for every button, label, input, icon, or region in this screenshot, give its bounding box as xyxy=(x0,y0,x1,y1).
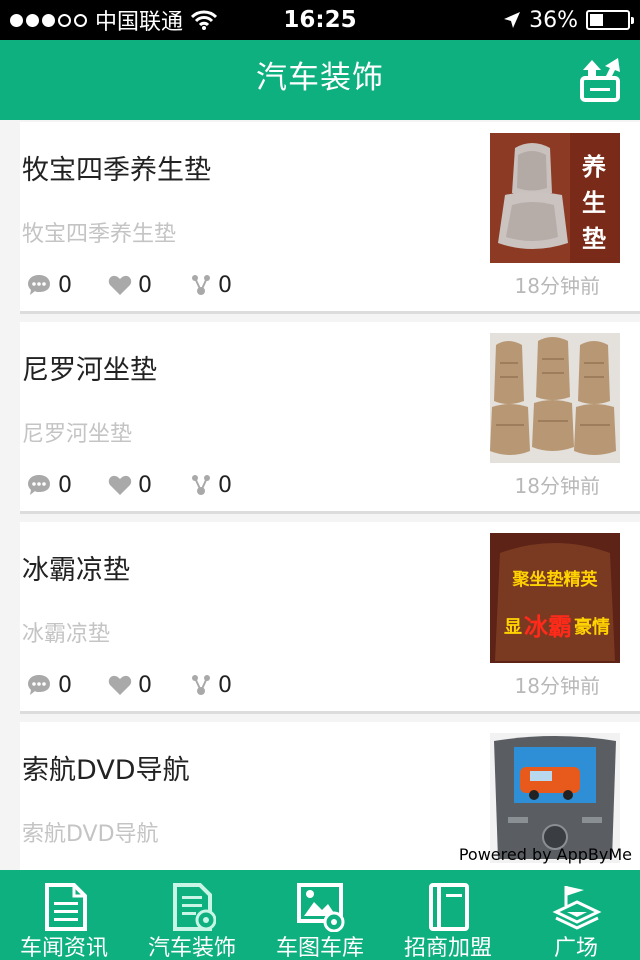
tab-plaza[interactable]: 广场 xyxy=(512,870,640,960)
item-title: 冰霸凉垫 xyxy=(22,555,130,586)
thumb-char-3: 垫 xyxy=(582,225,606,253)
battery-icon xyxy=(586,10,634,30)
promo-line-1: 聚坐垫精英 xyxy=(512,569,599,590)
comment-count: 0 xyxy=(58,272,72,298)
dvd-navigation-image xyxy=(490,733,620,863)
comment-stat[interactable]: 0 xyxy=(26,473,82,498)
item-subtitle: 尼罗河坐垫 xyxy=(22,422,133,447)
list-item[interactable]: 尼罗河坐垫 尼罗河坐垫 0 0 0 18分钟前 xyxy=(20,322,640,514)
comment-count: 0 xyxy=(58,472,72,498)
tab-label: 广场 xyxy=(553,936,598,960)
share-small-icon xyxy=(192,275,210,295)
item-thumbnail[interactable]: 聚坐垫精英 显 冰霸 豪情 xyxy=(490,533,620,663)
comment-stat[interactable]: 0 xyxy=(26,673,82,698)
gallery-icon xyxy=(297,883,345,932)
item-time: 18分钟前 xyxy=(514,674,600,698)
cooling-pad-promo-image: 聚坐垫精英 显 冰霸 豪情 xyxy=(490,533,620,663)
item-subtitle: 索航DVD导航 xyxy=(22,822,159,847)
article-list[interactable]: 牧宝四季养生垫 牧宝四季养生垫 0 0 0 养 生 垫 18分钟前 尼罗河坐垫 … xyxy=(0,120,640,870)
powered-by-label: Powered by AppByMe xyxy=(458,845,632,864)
tab-decoration[interactable]: 汽车装饰 xyxy=(128,870,256,960)
like-stat[interactable]: 0 xyxy=(108,673,164,698)
seat-cushion-image: 养 生 垫 xyxy=(490,133,620,263)
share-stat[interactable]: 0 xyxy=(190,273,246,298)
tab-label: 车图车库 xyxy=(275,936,364,960)
item-thumbnail[interactable] xyxy=(490,733,620,863)
promo-char: 显 xyxy=(504,617,522,638)
like-count: 0 xyxy=(138,672,152,698)
news-icon xyxy=(45,883,87,931)
heart-icon xyxy=(108,475,132,495)
tab-label: 汽车装饰 xyxy=(147,936,236,960)
book-icon xyxy=(429,883,469,931)
tab-news[interactable]: 车闻资讯 xyxy=(0,870,128,960)
page-title: 汽车装饰 xyxy=(256,60,384,96)
item-subtitle: 牧宝四季养生垫 xyxy=(22,222,177,247)
item-time: 18分钟前 xyxy=(514,474,600,498)
tab-label: 招商加盟 xyxy=(403,936,492,960)
plaza-icon xyxy=(552,886,602,930)
heart-icon xyxy=(108,675,132,695)
heart-icon xyxy=(108,275,132,295)
like-stat[interactable]: 0 xyxy=(108,273,164,298)
promo-line-2: 豪情 xyxy=(574,616,610,638)
like-count: 0 xyxy=(138,472,152,498)
thumb-char-2: 生 xyxy=(582,189,606,217)
item-stats: 0 0 0 xyxy=(26,270,272,300)
like-count: 0 xyxy=(138,272,152,298)
comment-icon xyxy=(28,475,50,495)
share-stat[interactable]: 0 xyxy=(190,673,246,698)
item-stats: 0 0 0 xyxy=(26,670,272,700)
comment-count: 0 xyxy=(58,672,72,698)
share-count: 0 xyxy=(218,272,232,298)
promo-brand: 冰霸 xyxy=(524,613,572,641)
decor-icon xyxy=(173,883,216,931)
item-thumbnail[interactable]: 养 生 垫 xyxy=(490,133,620,263)
item-stats: 0 0 0 xyxy=(26,470,272,500)
location-arrow-icon xyxy=(504,12,521,28)
item-title: 尼罗河坐垫 xyxy=(22,355,157,386)
share-small-icon xyxy=(192,475,210,495)
status-bar: 中国联通 16:25 36% xyxy=(0,0,640,40)
item-time: 18分钟前 xyxy=(514,274,600,298)
like-stat[interactable]: 0 xyxy=(108,473,164,498)
share-count: 0 xyxy=(218,672,232,698)
comment-icon xyxy=(28,675,50,695)
comment-icon xyxy=(28,275,50,295)
item-thumbnail[interactable] xyxy=(490,333,620,463)
tab-franchise[interactable]: 招商加盟 xyxy=(384,870,512,960)
tab-label: 车闻资讯 xyxy=(19,936,108,960)
list-item[interactable]: 冰霸凉垫 冰霸凉垫 0 0 0 聚坐垫精英 显 冰霸 豪情 18分钟前 xyxy=(20,522,640,714)
item-title: 索航DVD导航 xyxy=(22,755,190,786)
share-icon[interactable] xyxy=(574,54,626,106)
comment-stat[interactable]: 0 xyxy=(26,273,82,298)
tab-bar: 车闻资讯 汽车装饰 车图车库 招商加盟 广场 xyxy=(0,870,640,960)
item-title: 牧宝四季养生垫 xyxy=(22,155,211,186)
battery-percent: 36% xyxy=(529,7,578,33)
seat-covers-image xyxy=(490,333,620,463)
thumb-char-1: 养 xyxy=(581,153,606,181)
share-stat[interactable]: 0 xyxy=(190,473,246,498)
share-small-icon xyxy=(192,675,210,695)
nav-bar: 汽车装饰 xyxy=(0,40,640,120)
status-right: 36% xyxy=(503,0,634,40)
share-count: 0 xyxy=(218,472,232,498)
list-item[interactable]: 牧宝四季养生垫 牧宝四季养生垫 0 0 0 养 生 垫 18分钟前 xyxy=(20,122,640,314)
tab-gallery[interactable]: 车图车库 xyxy=(256,870,384,960)
item-subtitle: 冰霸凉垫 xyxy=(22,622,111,647)
